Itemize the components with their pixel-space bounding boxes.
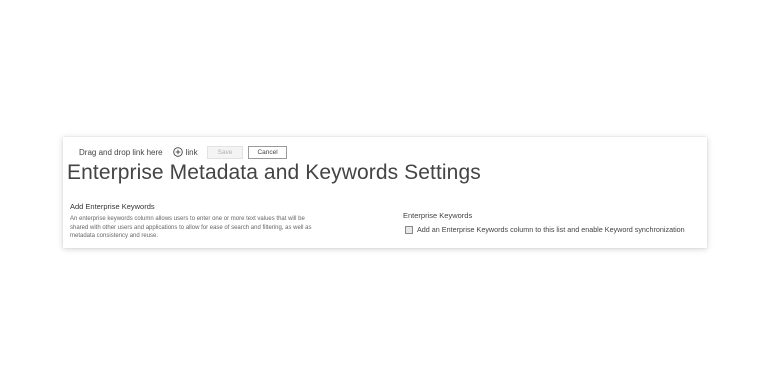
enterprise-keywords-checkbox[interactable] xyxy=(405,225,413,234)
toolbar: Drag and drop link here link Save Cancel xyxy=(79,145,292,159)
enterprise-keywords-field: Enterprise Keywords Add an Enterprise Ke… xyxy=(403,211,703,234)
cancel-button[interactable]: Cancel xyxy=(248,145,287,159)
plus-circle-icon xyxy=(172,147,183,157)
checkbox-label: Add an Enterprise Keywords column to thi… xyxy=(417,225,685,234)
section-heading: Add Enterprise Keywords xyxy=(70,202,155,211)
add-link-button[interactable]: link xyxy=(172,147,198,157)
section-description: An enterprise keywords column allows use… xyxy=(70,215,360,241)
add-link-label: link xyxy=(185,147,198,157)
settings-panel: Drag and drop link here link Save Cancel… xyxy=(63,137,707,248)
field-label: Enterprise Keywords xyxy=(403,211,473,220)
enterprise-keywords-option[interactable]: Add an Enterprise Keywords column to thi… xyxy=(403,225,703,234)
description-line: shared with other users and applications… xyxy=(70,224,312,231)
description-line: metadata consistency and reuse. xyxy=(70,233,159,240)
save-button[interactable]: Save xyxy=(206,145,244,159)
add-keywords-section: Add Enterprise Keywords An enterprise ke… xyxy=(70,202,360,241)
screen: Drag and drop link here link Save Cancel… xyxy=(0,0,768,384)
description-line: An enterprise keywords column allows use… xyxy=(70,216,305,222)
drag-drop-link-target[interactable]: Drag and drop link here xyxy=(79,148,163,157)
page-title: Enterprise Metadata and Keywords Setting… xyxy=(67,161,481,184)
